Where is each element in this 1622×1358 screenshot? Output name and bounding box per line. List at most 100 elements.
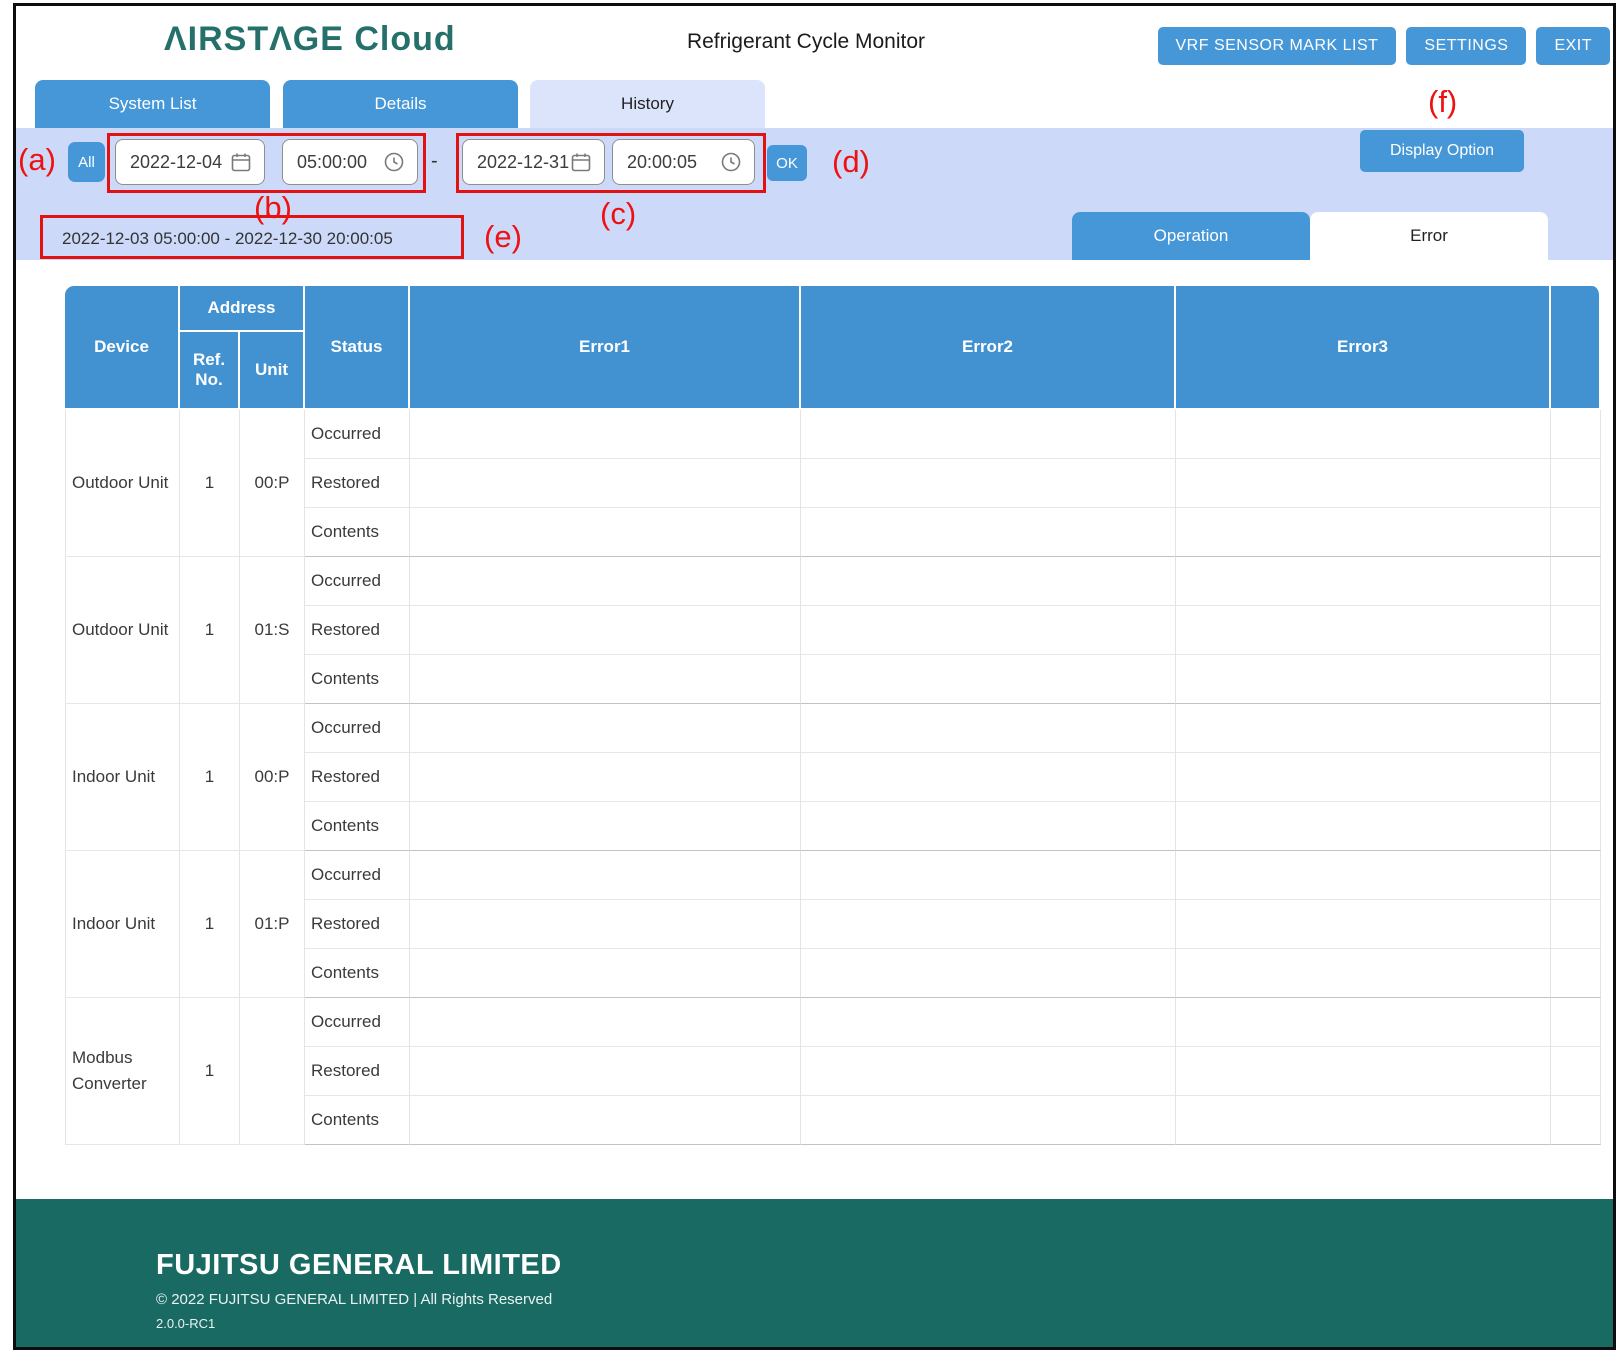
- error3-cell: [1176, 508, 1551, 557]
- annotation-letter-a: (a): [18, 142, 56, 178]
- spacer-cell: [1551, 1047, 1601, 1096]
- table-header: Device Address Status Error1 Error2 Erro…: [65, 286, 1601, 410]
- error2-cell: [801, 410, 1176, 459]
- history-content: Device Address Status Error1 Error2 Erro…: [16, 260, 1613, 1199]
- tab-history[interactable]: History: [530, 80, 765, 128]
- status-cell: Contents: [305, 1096, 410, 1145]
- error1-cell: [410, 949, 801, 998]
- start-time-input[interactable]: 05:00:00: [282, 139, 418, 185]
- error3-cell: [1176, 900, 1551, 949]
- ref-no-cell: 1: [180, 410, 240, 557]
- spacer-cell: [1551, 655, 1601, 704]
- nav-tab-bar: System List Details History: [16, 76, 1613, 128]
- device-cell: Outdoor Unit: [65, 410, 180, 557]
- clock-icon[interactable]: [383, 151, 405, 173]
- device-group: Modbus Converter1 OccurredRestoredContent…: [65, 998, 1601, 1145]
- status-cell: Contents: [305, 802, 410, 851]
- col-header-error3: Error3: [1176, 286, 1551, 410]
- col-header-address: Address: [180, 286, 305, 332]
- status-cell: Restored: [305, 1047, 410, 1096]
- ref-no-cell: 1: [180, 998, 240, 1145]
- unit-cell: [240, 998, 305, 1145]
- tab-system-list[interactable]: System List: [35, 80, 270, 128]
- all-button[interactable]: All: [68, 142, 105, 182]
- status-cell: Occurred: [305, 704, 410, 753]
- error2-cell: [801, 704, 1176, 753]
- tab-operation[interactable]: Operation: [1072, 212, 1310, 260]
- error1-cell: [410, 900, 801, 949]
- col-header-spacer: [1551, 286, 1601, 410]
- error3-cell: [1176, 459, 1551, 508]
- unit-cell: 00:P: [240, 704, 305, 851]
- error2-cell: [801, 998, 1176, 1047]
- start-date-input[interactable]: 2022-12-04: [115, 139, 265, 185]
- unit-cell: 01:S: [240, 557, 305, 704]
- ok-button[interactable]: OK: [767, 145, 807, 181]
- error-history-table: Device Address Status Error1 Error2 Erro…: [65, 286, 1601, 1145]
- error2-cell: [801, 557, 1176, 606]
- error1-cell: [410, 1047, 801, 1096]
- status-cell: Restored: [305, 606, 410, 655]
- error3-cell: [1176, 1047, 1551, 1096]
- error1-cell: [410, 704, 801, 753]
- spacer-cell: [1551, 753, 1601, 802]
- app-footer: FUJITSU GENERAL LIMITED © 2022 FUJITSU G…: [16, 1199, 1613, 1347]
- col-header-error2: Error2: [801, 286, 1176, 410]
- footer-version: 2.0.0-RC1: [156, 1316, 1613, 1331]
- spacer-cell: [1551, 851, 1601, 900]
- end-date-input[interactable]: 2022-12-31: [462, 139, 605, 185]
- settings-button[interactable]: SETTINGS: [1406, 27, 1526, 65]
- range-separator: -: [431, 150, 438, 173]
- tab-error[interactable]: Error: [1310, 212, 1548, 260]
- status-cell: Restored: [305, 459, 410, 508]
- col-header-unit: Unit: [240, 332, 305, 410]
- error3-cell: [1176, 802, 1551, 851]
- status-cell: Occurred: [305, 557, 410, 606]
- calendar-icon[interactable]: [570, 151, 592, 173]
- end-time-value: 20:00:05: [627, 152, 697, 173]
- ref-no-cell: 1: [180, 704, 240, 851]
- error3-cell: [1176, 704, 1551, 753]
- error3-cell: [1176, 557, 1551, 606]
- error1-cell: [410, 655, 801, 704]
- end-time-input[interactable]: 20:00:05: [612, 139, 755, 185]
- annotation-letter-c: (c): [600, 196, 636, 232]
- vrf-sensor-mark-list-button[interactable]: VRF SENSOR MARK LIST: [1158, 27, 1397, 65]
- col-header-device: Device: [65, 286, 180, 410]
- page-title: Refrigerant Cycle Monitor: [606, 30, 1006, 54]
- display-option-button[interactable]: Display Option: [1360, 130, 1524, 172]
- app-window: ΛIRSTΛGE Cloud Refrigerant Cycle Monitor…: [13, 3, 1616, 1350]
- error2-cell: [801, 851, 1176, 900]
- table-row: Indoor Unit101:POccurred: [65, 851, 1601, 900]
- device-group: Indoor Unit100:POccurredRestoredContents: [65, 704, 1601, 851]
- start-date-value: 2022-12-04: [130, 152, 222, 173]
- airstage-cloud-logo: ΛIRSTΛGE Cloud: [164, 20, 456, 59]
- error2-cell: [801, 508, 1176, 557]
- spacer-cell: [1551, 704, 1601, 753]
- error2-cell: [801, 1096, 1176, 1145]
- annotation-letter-d: (d): [832, 144, 870, 180]
- status-cell: Occurred: [305, 998, 410, 1047]
- header-buttons: VRF SENSOR MARK LIST SETTINGS EXIT: [1158, 27, 1611, 65]
- spacer-cell: [1551, 949, 1601, 998]
- error1-cell: [410, 508, 801, 557]
- spacer-cell: [1551, 998, 1601, 1047]
- spacer-cell: [1551, 802, 1601, 851]
- error1-cell: [410, 802, 801, 851]
- annotation-letter-b: (b): [254, 190, 292, 226]
- device-cell: Indoor Unit: [65, 851, 180, 998]
- spacer-cell: [1551, 508, 1601, 557]
- device-group: Indoor Unit101:POccurredRestoredContents: [65, 851, 1601, 998]
- error1-cell: [410, 459, 801, 508]
- clock-icon[interactable]: [720, 151, 742, 173]
- exit-button[interactable]: EXIT: [1536, 27, 1610, 65]
- calendar-icon[interactable]: [230, 151, 252, 173]
- ref-no-cell: 1: [180, 851, 240, 998]
- device-group: Outdoor Unit101:SOccurredRestoredContent…: [65, 557, 1601, 704]
- ref-no-cell: 1: [180, 557, 240, 704]
- col-header-ref-no: Ref. No.: [180, 332, 240, 410]
- error2-cell: [801, 949, 1176, 998]
- tab-details[interactable]: Details: [283, 80, 518, 128]
- error3-cell: [1176, 606, 1551, 655]
- device-cell: Modbus Converter: [65, 998, 180, 1145]
